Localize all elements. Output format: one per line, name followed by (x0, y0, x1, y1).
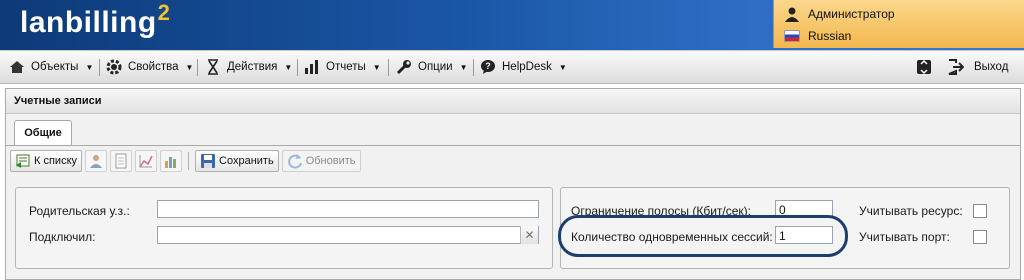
accounts-panel: Учетные записи Общие К списку Сохранить … (5, 88, 1021, 280)
count-resource-checkbox[interactable] (973, 204, 987, 218)
menu-divider (99, 59, 100, 76)
language-selector[interactable]: Russian (784, 26, 851, 46)
menu-properties-label: Свойства (128, 61, 179, 73)
chevron-down-icon: ▼ (459, 62, 468, 72)
statistics-button[interactable] (135, 150, 158, 172)
back-to-list-button[interactable]: К списку (10, 150, 83, 172)
refresh-label: Обновить (305, 155, 356, 167)
refresh-button[interactable]: Обновить (281, 150, 361, 172)
user-menu[interactable]: Администратор (784, 4, 895, 24)
bar-chart-icon (304, 59, 320, 75)
menu-objects-label: Объекты (31, 61, 79, 73)
user-icon (88, 153, 104, 169)
objects-icon (9, 59, 25, 75)
user-icon (784, 6, 800, 22)
exit-button[interactable]: Выход (948, 51, 1008, 83)
count-resource-label: Учитывать ресурс: (859, 204, 963, 218)
menu-divider (473, 59, 474, 76)
connected-by-label: Подключил: (29, 230, 96, 244)
gear-icon (106, 59, 122, 75)
menu-options-label: Опции (418, 61, 453, 73)
app-logo: lanbilling2 (20, 0, 171, 39)
connected-by-input[interactable]: ✕ (157, 226, 539, 244)
menu-properties[interactable]: Свойства ▼ (106, 51, 193, 83)
chevron-down-icon: ▼ (85, 62, 94, 72)
menu-divider (297, 59, 298, 76)
save-button[interactable]: Сохранить (195, 150, 279, 172)
list-back-icon (15, 153, 31, 169)
form-toolbar: К списку Сохранить Обновить (10, 149, 361, 173)
save-icon (200, 153, 216, 169)
save-label: Сохранить (219, 155, 274, 167)
menu-reports-label: Отчеты (326, 61, 366, 73)
menu-options[interactable]: Опции ▼ (396, 51, 468, 83)
wrench-icon (396, 59, 412, 75)
line-chart-icon (138, 153, 154, 169)
save-state-button[interactable] (916, 51, 932, 83)
user-info-button[interactable] (85, 150, 108, 172)
back-to-list-label: К списку (34, 155, 78, 167)
chevron-down-icon: ▼ (372, 62, 381, 72)
menu-actions-label: Действия (227, 61, 278, 73)
menu-divider (197, 59, 198, 76)
menu-helpdesk[interactable]: ? HelpDesk ▼ (480, 51, 567, 83)
chevron-down-icon: ▼ (185, 62, 194, 72)
highlight-annotation (558, 215, 848, 257)
panel-title: Учетные записи (6, 89, 1020, 114)
main-menu-bar: Объекты ▼ Свойства ▼ Действия ▼ Отчеты ▼ Опц… (0, 50, 1024, 84)
clear-icon[interactable]: ✕ (520, 226, 538, 244)
chevron-down-icon: ▼ (284, 62, 293, 72)
menu-divider (388, 59, 389, 76)
bar-chart-icon (163, 153, 179, 169)
save-state-icon (916, 59, 932, 75)
exit-label: Выход (974, 61, 1009, 73)
document-button[interactable] (110, 150, 133, 172)
parent-account-input[interactable] (157, 200, 539, 218)
toolbar-divider (188, 152, 190, 170)
menu-actions[interactable]: Действия ▼ (205, 51, 292, 83)
language-label: Russian (808, 29, 852, 43)
count-port-label: Учитывать порт: (859, 230, 950, 244)
logout-icon (948, 59, 965, 75)
menu-helpdesk-label: HelpDesk (502, 61, 552, 73)
russian-flag-icon (784, 30, 800, 42)
user-name: Администратор (808, 7, 895, 21)
hourglass-icon (205, 59, 221, 75)
tab-divider (6, 145, 1020, 146)
help-bubble-icon: ? (480, 59, 496, 75)
refresh-icon (287, 153, 303, 169)
document-icon (113, 153, 129, 169)
chevron-down-icon: ▼ (558, 62, 567, 72)
account-parent-fieldset: Родительская у.з.: Подключил: ✕ (15, 187, 553, 269)
user-panel: Администратор Russian (773, 0, 1024, 48)
tab-general[interactable]: Общие (14, 120, 72, 146)
svg-text:?: ? (485, 61, 491, 71)
count-port-checkbox[interactable] (973, 230, 987, 244)
parent-account-label: Родительская у.з.: (29, 204, 130, 218)
app-header: lanbilling2 Администратор Russian (0, 0, 1024, 50)
menu-reports[interactable]: Отчеты ▼ (304, 51, 381, 83)
menu-objects[interactable]: Объекты ▼ (9, 51, 93, 83)
chart-button[interactable] (160, 150, 183, 172)
